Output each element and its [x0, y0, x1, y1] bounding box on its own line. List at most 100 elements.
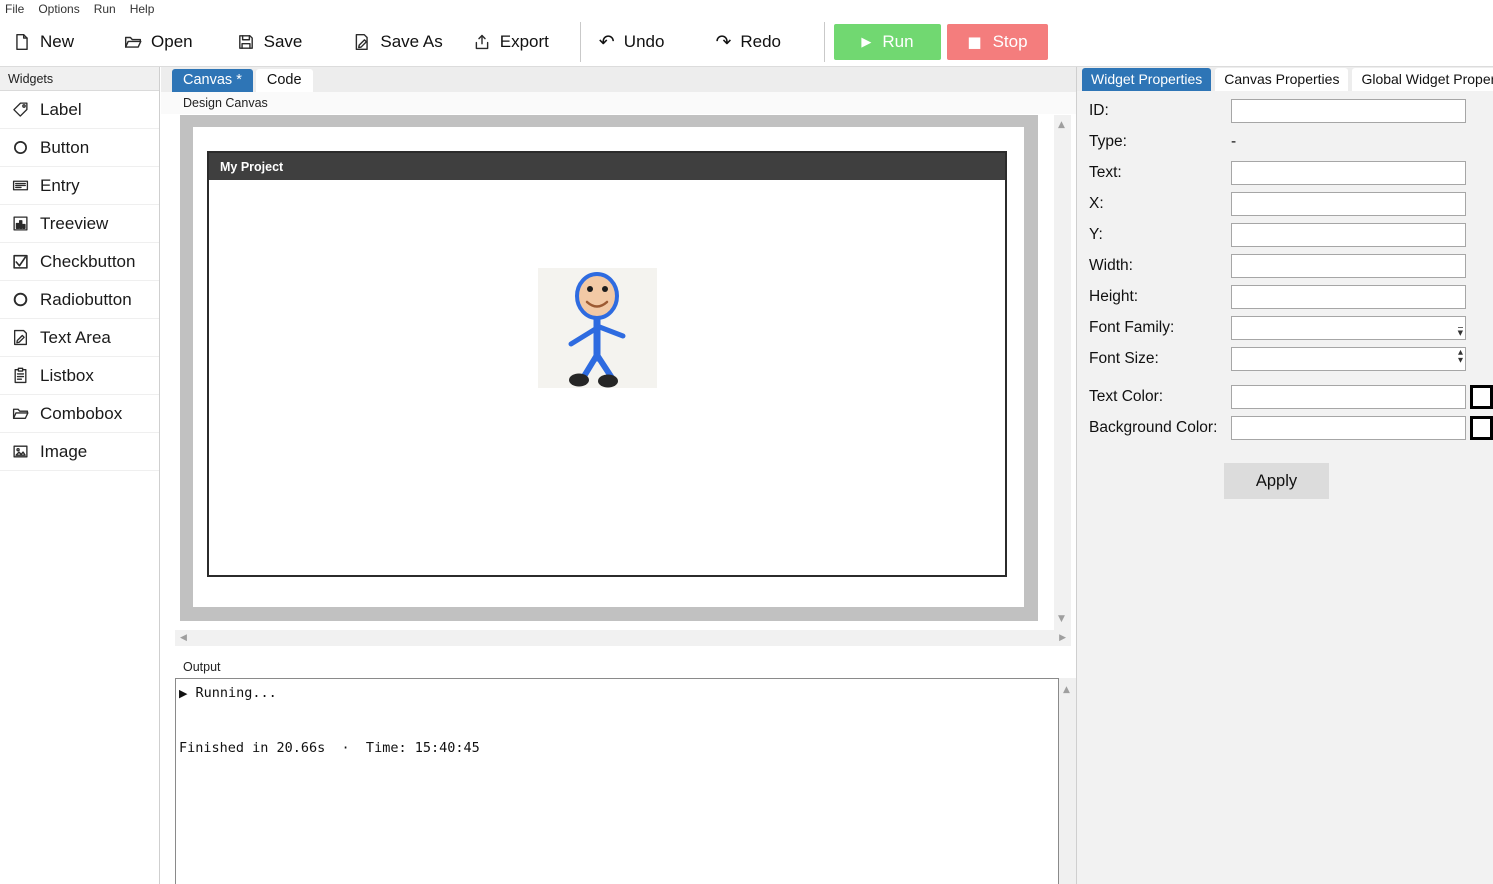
- editor-tab-bar: Canvas * Code: [161, 67, 1076, 92]
- undo-arrow-icon: ↶: [599, 33, 615, 52]
- project-window-titlebar: My Project: [209, 153, 1005, 180]
- toolbar-separator: [824, 22, 825, 62]
- output-line: [179, 721, 1056, 739]
- design-canvas-page[interactable]: My Project: [193, 127, 1024, 607]
- canvas-vertical-scrollbar[interactable]: ▲ ▼: [1054, 115, 1071, 630]
- scroll-down-icon[interactable]: ▼: [1058, 615, 1065, 624]
- type-value: -: [1231, 133, 1236, 151]
- menu-run[interactable]: Run: [94, 2, 125, 16]
- save-button[interactable]: Save: [237, 32, 303, 52]
- width-field-label: Width:: [1089, 257, 1231, 275]
- properties-form: ID: Type: - Text: X: Y: Width:: [1077, 91, 1493, 499]
- background-color-input[interactable]: [1231, 416, 1466, 440]
- open-button-label: Open: [151, 32, 193, 52]
- x-input[interactable]: [1231, 192, 1466, 216]
- sidebar-item-entry[interactable]: Entry: [0, 167, 159, 205]
- font-size-spinbox[interactable]: [1231, 347, 1466, 371]
- field-row-font-family: Font Family: ▼: [1089, 316, 1493, 340]
- scroll-up-icon[interactable]: ▲: [1058, 121, 1065, 130]
- field-row-background-color: Background Color:: [1089, 416, 1493, 440]
- toolbar-separator: [580, 22, 581, 62]
- design-canvas-workspace[interactable]: My Project: [180, 115, 1038, 621]
- spin-down-icon[interactable]: ▼: [1458, 357, 1463, 364]
- sidebar-item-textarea[interactable]: Text Area: [0, 319, 159, 357]
- undo-button[interactable]: ↶ Undo: [599, 32, 665, 52]
- sidebar-item-combobox[interactable]: Combobox: [0, 395, 159, 433]
- scroll-left-icon[interactable]: ◀: [180, 634, 187, 643]
- font-family-combobox[interactable]: [1231, 316, 1466, 340]
- stop-button-label: Stop: [993, 32, 1028, 52]
- menu-help[interactable]: Help: [130, 2, 164, 16]
- redo-arrow-icon: ↷: [715, 33, 731, 52]
- sidebar-item-label[interactable]: Label: [0, 91, 159, 129]
- width-input[interactable]: [1231, 254, 1466, 278]
- stick-figure-drawing: [538, 268, 657, 388]
- redo-button-label: Redo: [740, 32, 781, 52]
- scroll-right-icon[interactable]: ▶: [1059, 634, 1066, 643]
- y-input[interactable]: [1231, 223, 1466, 247]
- menu-options[interactable]: Options: [38, 2, 88, 16]
- scroll-up-icon[interactable]: ▲: [1063, 686, 1070, 695]
- new-button-label: New: [40, 32, 74, 52]
- sidebar-item-listbox[interactable]: Listbox: [0, 357, 159, 395]
- sidebar-item-button[interactable]: Button: [0, 129, 159, 167]
- field-row-id: ID:: [1089, 99, 1493, 123]
- text-input[interactable]: [1231, 161, 1466, 185]
- menu-bar: File Options Run Help: [0, 0, 1493, 18]
- project-preview-window[interactable]: My Project: [207, 151, 1007, 577]
- toolbar: New Open Save Save As Export ↶ Undo ↷ Re…: [0, 18, 1493, 67]
- tab-canvas-properties[interactable]: Canvas Properties: [1215, 68, 1348, 91]
- tab-widget-properties[interactable]: Widget Properties: [1082, 68, 1211, 91]
- tab-canvas[interactable]: Canvas *: [172, 69, 253, 92]
- font-family-field-label: Font Family:: [1089, 319, 1231, 337]
- menu-file[interactable]: File: [5, 2, 33, 16]
- id-input[interactable]: [1231, 99, 1466, 123]
- sidebar-item-image[interactable]: Image: [0, 433, 159, 471]
- stop-button[interactable]: ■ Stop: [947, 24, 1048, 60]
- sidebar-item-radiobutton[interactable]: Radiobutton: [0, 281, 159, 319]
- field-row-text-color: Text Color:: [1089, 385, 1493, 409]
- font-size-field-label: Font Size:: [1089, 350, 1231, 368]
- text-field-label: Text:: [1089, 164, 1231, 182]
- redo-button[interactable]: ↷ Redo: [715, 32, 781, 52]
- type-field-label: Type:: [1089, 133, 1231, 151]
- background-color-swatch[interactable]: [1470, 416, 1493, 440]
- circle-icon: [12, 139, 29, 156]
- run-button[interactable]: ▶ Run: [834, 24, 941, 60]
- sidebar-item-checkbutton[interactable]: Checkbutton: [0, 243, 159, 281]
- new-button[interactable]: New: [13, 32, 74, 52]
- output-console[interactable]: ▶Running... Finished in 20.66s · Time: 1…: [175, 678, 1059, 884]
- text-color-input[interactable]: [1231, 385, 1466, 409]
- text-color-swatch[interactable]: [1470, 385, 1493, 409]
- canvas-horizontal-scrollbar[interactable]: ◀ ▶: [175, 630, 1071, 646]
- height-input[interactable]: [1231, 285, 1466, 309]
- field-row-text: Text:: [1089, 161, 1493, 185]
- open-button[interactable]: Open: [124, 32, 193, 52]
- save-as-button[interactable]: Save As: [353, 32, 442, 52]
- radio-circle-icon: [12, 291, 29, 308]
- open-folder-icon: [124, 33, 142, 51]
- properties-tab-bar: Widget Properties Canvas Properties Glob…: [1077, 67, 1493, 91]
- spin-up-icon[interactable]: ▲: [1458, 349, 1463, 356]
- combobox-dropdown-icon[interactable]: ▼: [1458, 327, 1463, 337]
- save-button-label: Save: [264, 32, 303, 52]
- output-scrollbar[interactable]: ▲: [1059, 678, 1076, 884]
- apply-button[interactable]: Apply: [1224, 463, 1329, 499]
- output-line: ▶Running...: [179, 684, 1056, 703]
- widget-item-label: Entry: [40, 176, 80, 196]
- export-button[interactable]: Export: [473, 32, 549, 52]
- widget-item-label: Image: [40, 442, 87, 462]
- image-widget-stick-figure[interactable]: [538, 268, 657, 388]
- new-document-icon: [13, 33, 31, 51]
- x-field-label: X:: [1089, 195, 1231, 213]
- field-row-x: X:: [1089, 192, 1493, 216]
- editor-area: Canvas * Code Design Canvas My Project: [161, 67, 1076, 884]
- stop-square-icon: ■: [967, 33, 981, 51]
- y-field-label: Y:: [1089, 226, 1231, 244]
- tab-code[interactable]: Code: [256, 69, 313, 92]
- checkbox-checked-icon: [12, 253, 29, 270]
- field-row-height: Height:: [1089, 285, 1493, 309]
- sidebar-item-treeview[interactable]: Treeview: [0, 205, 159, 243]
- widget-item-label: Radiobutton: [40, 290, 132, 310]
- tab-global-widget-properties[interactable]: Global Widget Properties: [1352, 68, 1493, 91]
